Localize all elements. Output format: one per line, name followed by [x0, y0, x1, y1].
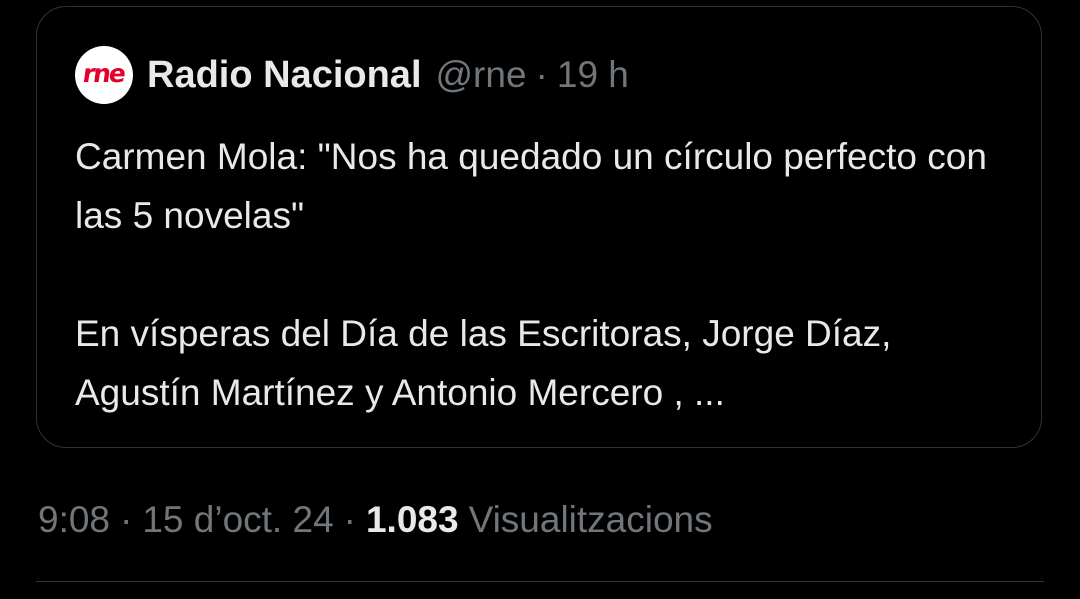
view-count: 1.083: [365, 499, 459, 540]
meta-separator: ·: [120, 499, 133, 540]
divider: [36, 581, 1044, 582]
author-handle[interactable]: @rne: [436, 54, 527, 96]
quoted-post-paragraph: Carmen Mola: "Nos ha quedado un círculo …: [75, 136, 987, 236]
post-metadata: 9:08 · 15 d’oct. 24 · 1.083 Visualitzaci…: [38, 493, 713, 547]
author-display-name[interactable]: Radio Nacional: [147, 54, 422, 97]
avatar[interactable]: rne: [75, 46, 133, 104]
header-separator: ·: [535, 54, 548, 95]
rne-logo: rne: [81, 59, 127, 88]
quoted-post-paragraph: En vísperas del Día de las Escritoras, J…: [75, 313, 892, 413]
quoted-post-text: Carmen Mola: "Nos ha quedado un círculo …: [75, 127, 1015, 422]
post-time-ago[interactable]: 19 h: [557, 54, 629, 96]
quoted-post-header: rne Radio Nacional @rne · 19 h: [75, 45, 629, 105]
meta-separator: ·: [343, 499, 356, 540]
post-time[interactable]: 9:08: [38, 499, 110, 541]
views-label: Visualitzacions: [468, 499, 713, 540]
post-date[interactable]: 15 d’oct. 24: [142, 499, 333, 541]
quoted-post-card[interactable]: rne Radio Nacional @rne · 19 h Carmen Mo…: [36, 6, 1042, 448]
